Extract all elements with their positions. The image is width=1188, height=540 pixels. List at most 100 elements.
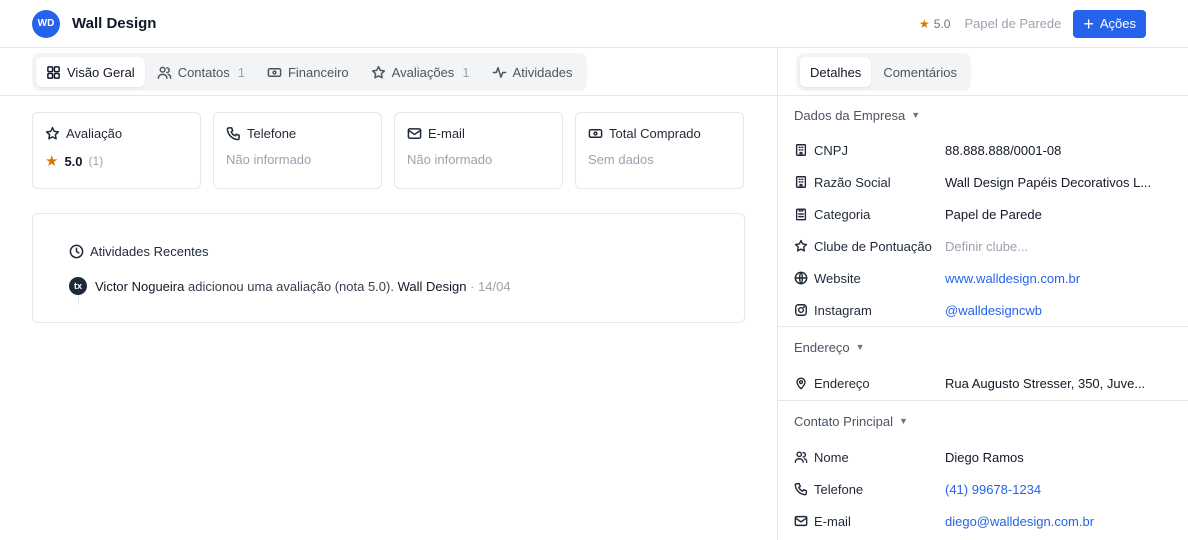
users-icon	[794, 451, 808, 463]
field-value[interactable]: 88.888.888/0001-08	[945, 143, 1167, 158]
phone-icon	[226, 127, 240, 141]
address-section-toggle[interactable]: Endereço ▼	[778, 327, 1188, 367]
tab-detalhes[interactable]: Detalhes	[800, 57, 872, 87]
tab-count: 1	[462, 64, 470, 80]
phone-link[interactable]: (41) 99678-1234	[945, 482, 1167, 497]
field-label: CNPJ	[814, 142, 848, 158]
money-icon	[588, 129, 603, 138]
caret-down-icon: ▼	[911, 110, 921, 120]
header-rating-value: 5.0	[933, 16, 951, 31]
field-label: Website	[814, 270, 861, 286]
section-title: Dados da Empresa	[794, 107, 906, 123]
card-label: Telefone	[247, 126, 297, 141]
tab-atividades[interactable]: Atividades	[482, 57, 583, 87]
instagram-link[interactable]: @walldesigncwb	[945, 303, 1167, 318]
purchased-value: Sem dados	[588, 152, 654, 167]
email-link[interactable]: diego@walldesign.com.br	[945, 514, 1167, 529]
activity-action: adicionou uma avaliação (nota 5.0).	[188, 278, 394, 294]
main-panel: Visão Geral Contatos 1 Financeiro Avalia…	[0, 48, 777, 540]
main-tab-bar: Visão Geral Contatos 1 Financeiro Avalia…	[0, 48, 777, 96]
building-icon	[795, 176, 807, 188]
grid-icon	[47, 65, 60, 79]
tab-label: Avaliações	[391, 64, 455, 80]
top-bar: WD Wall Design ★ 5.0 Papel de Parede + A…	[0, 0, 1188, 48]
tab-financeiro[interactable]: Financeiro	[257, 57, 359, 87]
field-value[interactable]: Papel de Parede	[945, 207, 1167, 222]
contact-section-toggle[interactable]: Contato Principal ▼	[778, 401, 1188, 441]
actions-button[interactable]: + Ações	[1073, 9, 1146, 38]
mail-icon	[794, 515, 808, 527]
activity-date: · 14/04	[470, 278, 511, 294]
field-label: Telefone	[814, 481, 864, 497]
card-label: Total Comprado	[609, 126, 701, 141]
tab-count: 1	[237, 64, 245, 80]
field-label: Razão Social	[814, 174, 891, 190]
plus-icon: +	[1083, 13, 1094, 34]
tab-visao-geral[interactable]: Visão Geral	[36, 57, 145, 87]
field-label: Categoria	[814, 206, 871, 222]
tab-contatos[interactable]: Contatos 1	[147, 57, 255, 87]
section-title: Contato Principal	[794, 413, 893, 429]
star-icon	[794, 239, 808, 252]
website-link[interactable]: www.walldesign.com.br	[945, 271, 1167, 286]
activity-item: tx Victor Nogueira adicionou uma avaliaç…	[69, 277, 511, 295]
activity-title: Atividades Recentes	[90, 244, 209, 259]
actions-button-label: Ações	[1099, 16, 1136, 31]
field-razao-social: Razão Social Wall Design Papéis Decorati…	[778, 166, 1188, 198]
map-pin-icon	[796, 377, 806, 390]
card-label: E-mail	[428, 126, 465, 141]
field-nome: Nome Diego Ramos	[778, 441, 1188, 473]
field-value[interactable]: Diego Ramos	[945, 450, 1167, 465]
details-tab-bar: Detalhes Comentários	[778, 48, 1188, 96]
activity-target[interactable]: Wall Design	[398, 279, 467, 294]
field-label: Instagram	[814, 302, 872, 318]
field-value[interactable]: Rua Augusto Stresser, 350, Juve...	[945, 376, 1167, 391]
field-label: Nome	[814, 449, 849, 465]
header-category: Papel de Parede	[964, 16, 1062, 31]
caret-down-icon: ▼	[855, 342, 865, 352]
club-select[interactable]: Definir clube...	[945, 239, 1167, 254]
email-card: E-mail Não informado	[394, 112, 563, 189]
field-categoria: Categoria Papel de Parede	[778, 198, 1188, 230]
phone-icon	[794, 483, 807, 496]
tab-label: Visão Geral	[67, 64, 135, 80]
users-icon	[157, 66, 172, 79]
company-section-toggle[interactable]: Dados da Empresa ▼	[778, 96, 1188, 134]
main-tabs: Visão Geral Contatos 1 Financeiro Avalia…	[32, 53, 587, 91]
star-filled-icon: ★	[45, 153, 59, 170]
tab-label: Comentários	[883, 64, 958, 80]
clipboard-icon	[795, 208, 807, 221]
field-website: Website www.walldesign.com.br	[778, 262, 1188, 294]
field-clube: Clube de Pontuação Definir clube...	[778, 230, 1188, 262]
star-icon: ★	[919, 16, 930, 31]
field-telefone: Telefone (41) 99678-1234	[778, 473, 1188, 505]
mail-icon	[407, 128, 422, 139]
field-instagram: Instagram @walldesigncwb	[778, 294, 1188, 326]
tab-avaliacoes[interactable]: Avaliações 1	[361, 57, 480, 87]
tab-comentarios[interactable]: Comentários	[873, 57, 967, 87]
tab-label: Contatos	[177, 64, 230, 80]
page-title: Wall Design	[72, 15, 157, 32]
company-avatar: WD	[32, 9, 60, 38]
activity-user[interactable]: Victor Nogueira	[95, 279, 184, 294]
clock-icon	[69, 244, 84, 259]
field-endereco: Endereço Rua Augusto Stresser, 350, Juve…	[778, 367, 1188, 399]
field-cnpj: CNPJ 88.888.888/0001-08	[778, 134, 1188, 166]
field-label: Endereço	[814, 375, 870, 391]
star-icon	[371, 65, 385, 78]
rating-count: (1)	[88, 154, 104, 168]
phone-value: Não informado	[226, 152, 312, 167]
building-icon	[795, 144, 807, 156]
purchased-card: Total Comprado Sem dados	[575, 112, 744, 189]
recent-activity-card: Atividades Recentes tx Victor Nogueira a…	[32, 213, 745, 323]
user-badge: tx	[69, 277, 87, 295]
field-label: E-mail	[814, 513, 851, 529]
field-value[interactable]: Wall Design Papéis Decorativos L...	[945, 175, 1167, 190]
field-label: Clube de Pontuação	[814, 238, 932, 254]
field-email: E-mail diego@walldesign.com.br	[778, 505, 1188, 537]
star-icon	[45, 126, 60, 140]
caret-down-icon: ▼	[899, 416, 908, 426]
email-value: Não informado	[407, 152, 493, 167]
phone-card: Telefone Não informado	[213, 112, 382, 189]
tab-label: Atividades	[512, 64, 573, 80]
